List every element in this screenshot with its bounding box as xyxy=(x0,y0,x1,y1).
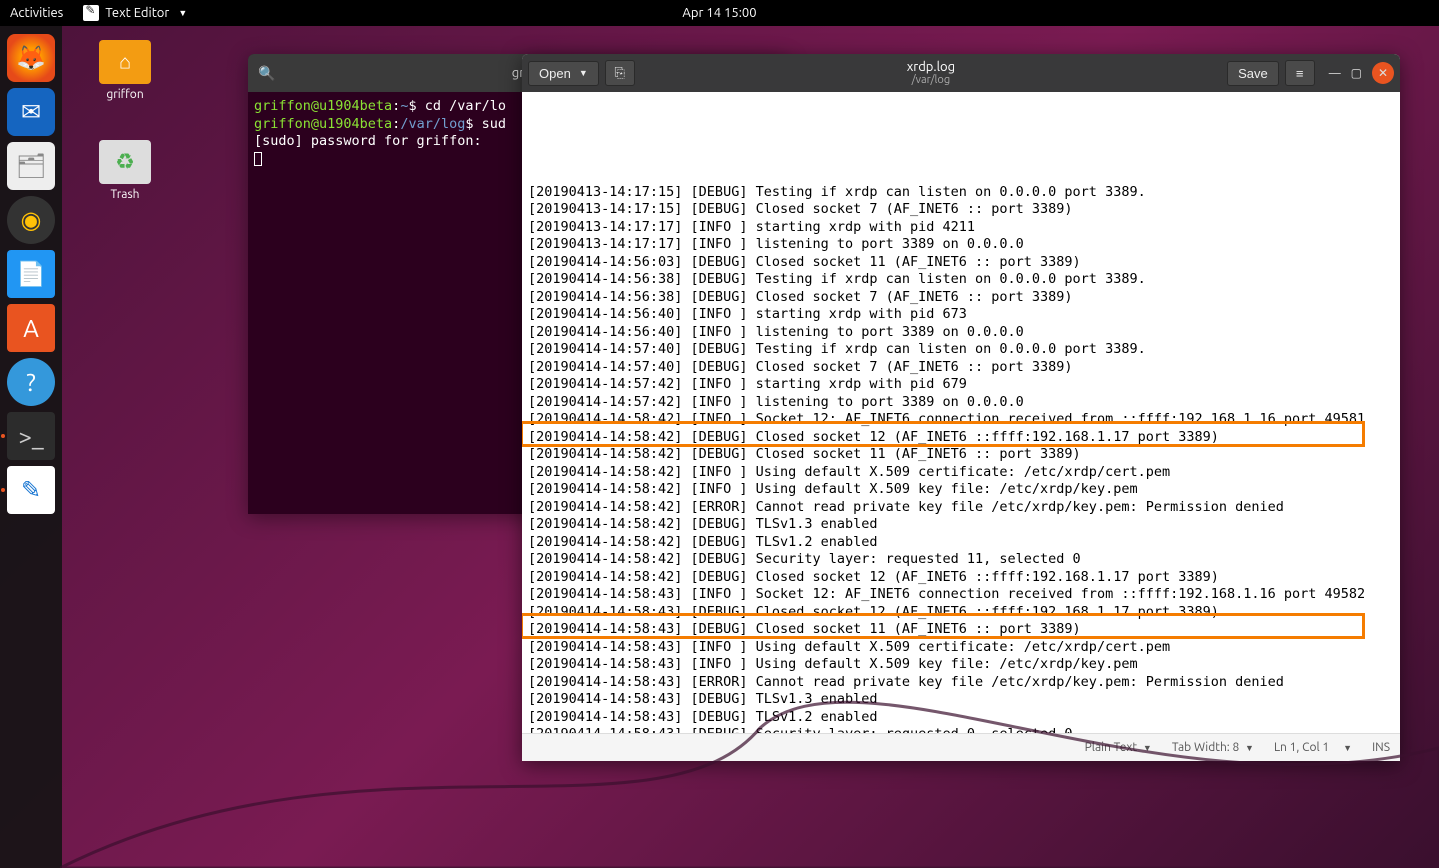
log-line: [20190414-14:56:40] [INFO ] listening to… xyxy=(528,324,1394,342)
log-line: [20190414-14:58:43] [DEBUG] TLSv1.2 enab… xyxy=(528,709,1394,727)
status-tabwidth[interactable]: Tab Width: 8 ▼ xyxy=(1172,741,1254,754)
dock: 🦊 ✉ 🗂 ◉ 📄 A ? >_ ✎ xyxy=(0,26,62,868)
log-line: [20190414-14:58:42] [INFO ] Socket 12: A… xyxy=(528,411,1394,429)
log-line: [20190414-14:58:42] [DEBUG] TLSv1.2 enab… xyxy=(528,534,1394,552)
dock-writer[interactable]: 📄 xyxy=(7,250,55,298)
log-line: [20190414-14:58:42] [INFO ] Using defaul… xyxy=(528,481,1394,499)
desktop-home-label: griffon xyxy=(90,88,160,101)
log-line: [20190414-14:58:42] [ERROR] Cannot read … xyxy=(528,499,1394,517)
log-line: [20190413-14:17:15] [DEBUG] Closed socke… xyxy=(528,201,1394,219)
folder-home-icon xyxy=(99,40,151,84)
log-line: [20190414-14:57:42] [INFO ] listening to… xyxy=(528,394,1394,412)
activities-button[interactable]: Activities xyxy=(10,6,63,20)
log-line: [20190414-14:58:42] [DEBUG] Security lay… xyxy=(528,551,1394,569)
open-label: Open xyxy=(539,66,571,81)
gedit-title-text: xrdp.log xyxy=(641,60,1221,74)
log-line: [20190414-14:58:42] [DEBUG] TLSv1.3 enab… xyxy=(528,516,1394,534)
open-button[interactable]: Open ▼ xyxy=(528,61,599,86)
dock-firefox[interactable]: 🦊 xyxy=(7,34,55,82)
gedit-headerbar: Open ▼ ⎘ xrdp.log /var/log Save ≡ — ▢ ✕ xyxy=(522,54,1400,92)
status-ins: INS xyxy=(1372,741,1390,754)
log-line: [20190414-14:58:43] [ERROR] Cannot read … xyxy=(528,674,1394,692)
log-line: [20190414-14:58:43] [INFO ] Socket 12: A… xyxy=(528,586,1394,604)
save-label: Save xyxy=(1238,66,1268,81)
minimize-button[interactable]: — xyxy=(1329,67,1341,80)
window-controls: — ▢ ✕ xyxy=(1329,62,1394,84)
new-tab-button[interactable]: ⎘ xyxy=(605,60,635,86)
chevron-down-icon: ▼ xyxy=(579,68,588,78)
dock-files[interactable]: 🗂 xyxy=(7,142,55,190)
dock-text-editor[interactable]: ✎ xyxy=(7,466,55,514)
log-line: [20190414-14:58:42] [DEBUG] Closed socke… xyxy=(528,446,1394,464)
dock-software[interactable]: A xyxy=(7,304,55,352)
maximize-button[interactable]: ▢ xyxy=(1351,66,1362,80)
desktop-trash-label: Trash xyxy=(90,188,160,201)
app-menu[interactable]: Text Editor ▼ xyxy=(83,5,187,21)
log-line: [20190414-14:58:42] [DEBUG] Closed socke… xyxy=(528,569,1394,587)
log-line: [20190414-14:58:43] [DEBUG] Closed socke… xyxy=(528,621,1394,639)
log-line: [20190413-14:17:17] [INFO ] listening to… xyxy=(528,236,1394,254)
log-line: [20190414-14:57:40] [DEBUG] Testing if x… xyxy=(528,341,1394,359)
log-line: [20190414-14:58:43] [DEBUG] TLSv1.3 enab… xyxy=(528,691,1394,709)
text-editor-icon xyxy=(83,5,99,21)
dock-thunderbird[interactable]: ✉ xyxy=(7,88,55,136)
close-button[interactable]: ✕ xyxy=(1372,62,1394,84)
top-panel: Activities Text Editor ▼ Apr 14 15:00 xyxy=(0,0,1439,26)
gedit-window: Open ▼ ⎘ xrdp.log /var/log Save ≡ — ▢ ✕ … xyxy=(522,54,1400,761)
log-line: [20190413-14:17:17] [INFO ] starting xrd… xyxy=(528,219,1394,237)
gedit-subtitle: /var/log xyxy=(641,74,1221,86)
status-language[interactable]: Plain Text ▼ xyxy=(1085,741,1152,754)
gedit-content[interactable]: [20190413-14:17:15] [DEBUG] Testing if x… xyxy=(522,92,1400,733)
log-line: [20190414-14:56:38] [DEBUG] Testing if x… xyxy=(528,271,1394,289)
log-line: [20190414-14:58:42] [INFO ] Using defaul… xyxy=(528,464,1394,482)
log-line: [20190414-14:57:42] [INFO ] starting xrd… xyxy=(528,376,1394,394)
dock-terminal[interactable]: >_ xyxy=(7,412,55,460)
trash-icon xyxy=(99,140,151,184)
hamburger-menu-button[interactable]: ≡ xyxy=(1285,60,1315,86)
gedit-statusbar: Plain Text ▼ Tab Width: 8 ▼ Ln 1, Col 1 … xyxy=(522,733,1400,761)
clock[interactable]: Apr 14 15:00 xyxy=(682,6,756,20)
status-lncol[interactable]: Ln 1, Col 1 ▼ xyxy=(1274,741,1352,754)
dock-help[interactable]: ? xyxy=(7,358,55,406)
log-line: [20190414-14:58:43] [DEBUG] Closed socke… xyxy=(528,604,1394,622)
log-line: [20190414-14:58:42] [DEBUG] Closed socke… xyxy=(528,429,1394,447)
app-menu-label: Text Editor xyxy=(105,6,169,20)
save-button[interactable]: Save xyxy=(1227,61,1279,86)
log-line: [20190413-14:17:15] [DEBUG] Testing if x… xyxy=(528,184,1394,202)
log-line: [20190414-14:58:43] [INFO ] Using defaul… xyxy=(528,656,1394,674)
log-line: [20190414-14:58:43] [DEBUG] Security lay… xyxy=(528,726,1394,733)
log-line: [20190414-14:56:38] [DEBUG] Closed socke… xyxy=(528,289,1394,307)
chevron-down-icon: ▼ xyxy=(178,8,187,18)
log-line: [20190414-14:57:40] [DEBUG] Closed socke… xyxy=(528,359,1394,377)
log-line: [20190414-14:56:03] [DEBUG] Closed socke… xyxy=(528,254,1394,272)
search-icon[interactable]: 🔍 xyxy=(258,65,275,82)
log-line: [20190414-14:58:43] [INFO ] Using defaul… xyxy=(528,639,1394,657)
desktop-home-folder[interactable]: griffon xyxy=(90,40,160,101)
dock-rhythmbox[interactable]: ◉ xyxy=(7,196,55,244)
gedit-title: xrdp.log /var/log xyxy=(641,60,1221,86)
desktop-trash[interactable]: Trash xyxy=(90,140,160,201)
log-line: [20190414-14:56:40] [INFO ] starting xrd… xyxy=(528,306,1394,324)
